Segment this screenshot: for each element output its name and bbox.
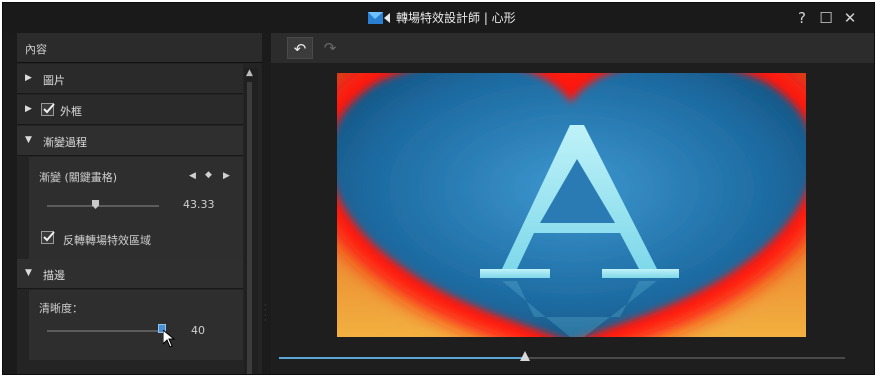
reverse-checkbox[interactable] (41, 231, 55, 244)
section-frame[interactable]: ▶ 外框 (17, 95, 243, 125)
transition-slider-track[interactable] (47, 205, 159, 207)
timeline-playhead[interactable] (520, 351, 530, 361)
preview-toolbar: ↶ ↷ (271, 33, 874, 63)
scroll-up-icon[interactable]: ▲ (246, 68, 253, 78)
keyframe-diamond-icon[interactable]: ◆ (205, 170, 212, 180)
checkmark-icon (43, 231, 55, 242)
collapse-arrow-icon[interactable]: ▼ (25, 135, 32, 145)
panel-header: 內容 (17, 33, 262, 63)
title-text: 轉場特效設計師 | 心形 (396, 11, 516, 25)
section-transition-label: 漸變過程 (43, 136, 87, 149)
redo-button[interactable]: ↷ (317, 37, 343, 59)
properties-panel: 內容 ▶ 圖片 ▶ 外框 ▼ 漸變過程 漸變 (關鍵畫格) ◀ ◆ ▶ 43.3… (17, 33, 262, 374)
panel-scrollbar[interactable]: ▲ (244, 68, 258, 374)
preview-canvas (337, 73, 806, 337)
timeline-progress (279, 357, 525, 359)
expand-arrow-icon[interactable]: ▶ (25, 73, 32, 83)
transition-settings: 漸變 (關鍵畫格) ◀ ◆ ▶ 43.33 反轉轉場特效區域 (29, 157, 243, 259)
section-stroke-label: 描邊 (43, 269, 65, 282)
panel-header-label: 內容 (25, 43, 47, 56)
section-stroke[interactable]: ▼ 描邊 (17, 259, 243, 289)
preview-panel: ↶ ↷ (271, 33, 874, 374)
heart-preview-image (337, 73, 806, 337)
timeline-slider[interactable] (279, 351, 845, 361)
section-frame-label: 外框 (60, 105, 82, 118)
undo-button[interactable]: ↶ (287, 37, 313, 59)
collapse-arrow-icon[interactable]: ▼ (25, 268, 32, 278)
expand-arrow-icon[interactable]: ▶ (25, 104, 32, 114)
mouse-cursor-icon (163, 330, 175, 348)
sharpness-slider-track[interactable] (47, 330, 159, 332)
next-keyframe-icon[interactable]: ▶ (223, 171, 230, 181)
title-bar: 轉場特效設計師 | 心形 ? ☐ ✕ (3, 3, 874, 33)
scrollbar-thumb[interactable] (247, 82, 252, 374)
sharpness-value[interactable]: 40 (191, 324, 205, 337)
checkmark-icon (43, 103, 55, 114)
window-title: 轉場特效設計師 | 心形 (368, 9, 516, 26)
section-transition[interactable]: ▼ 漸變過程 (17, 126, 243, 156)
transition-designer-window: 轉場特效設計師 | 心形 ? ☐ ✕ 內容 ▶ 圖片 ▶ 外框 ▼ 漸變過程 漸… (2, 2, 875, 375)
sharpness-label: 清晰度： (39, 302, 83, 315)
reverse-label: 反轉轉場特效區域 (63, 234, 151, 247)
maximize-button[interactable]: ☐ (817, 9, 835, 27)
splitter-grip-icon[interactable]: · · · · (264, 302, 268, 325)
prev-keyframe-icon[interactable]: ◀ (189, 171, 196, 181)
transition-slider-thumb[interactable] (92, 200, 99, 209)
app-logo-icon (368, 11, 390, 25)
close-button[interactable]: ✕ (841, 9, 859, 27)
frame-checkbox[interactable] (41, 103, 55, 116)
help-button[interactable]: ? (793, 9, 811, 27)
section-picture[interactable]: ▶ 圖片 (17, 64, 243, 94)
section-picture-label: 圖片 (43, 74, 65, 87)
stroke-settings: 清晰度： 40 (29, 290, 243, 360)
transition-value[interactable]: 43.33 (183, 198, 215, 211)
transition-keyframe-label: 漸變 (關鍵畫格) (39, 171, 118, 184)
